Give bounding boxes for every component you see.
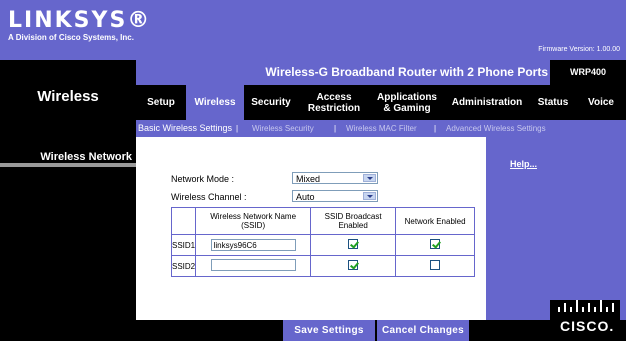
tab-setup[interactable]: Setup: [136, 85, 186, 120]
tab-status[interactable]: Status: [530, 85, 576, 120]
ssid-table: Wireless Network Name (SSID) SSID Broadc…: [170, 207, 476, 277]
tab-administration[interactable]: Administration: [444, 85, 530, 120]
model-number: WRP400: [550, 60, 626, 85]
enabled-cell: [395, 255, 476, 277]
channel-label: Wireless Channel :: [171, 192, 247, 202]
save-button[interactable]: Save Settings: [283, 320, 375, 341]
footer-left: [0, 320, 136, 341]
chevron-down-icon[interactable]: [363, 174, 376, 182]
ssid-name-cell: linksys96C6: [195, 234, 312, 256]
table-header-cell: [170, 207, 197, 235]
ssid-row-label: SSID1: [170, 234, 197, 256]
chevron-down-icon[interactable]: [363, 192, 376, 200]
channel-value: Auto: [296, 192, 315, 202]
firmware-version: Firmware Version: 1.00.00: [538, 46, 620, 53]
network-mode-select[interactable]: Mixed: [292, 172, 378, 184]
broadcast-cell: [310, 234, 397, 256]
logo-subtitle: A Division of Cisco Systems, Inc.: [8, 33, 134, 42]
table-row: SSID1 linksys96C6: [170, 234, 476, 256]
section-divider: [0, 163, 136, 167]
subsection-title: Wireless Network: [40, 151, 132, 163]
product-bar-left: [0, 60, 136, 85]
cancel-button[interactable]: Cancel Changes: [377, 320, 469, 341]
tab-wireless[interactable]: Wireless: [186, 85, 244, 120]
subtab-separator: |: [236, 124, 239, 133]
ssid-name-cell: [195, 255, 312, 277]
subtab-basic-wireless[interactable]: Basic Wireless Settings: [138, 120, 232, 137]
subtab-separator: |: [434, 124, 437, 133]
subtab-mac-filter[interactable]: Wireless MAC Filter: [346, 120, 417, 137]
ssid2-name-input[interactable]: [210, 259, 296, 271]
section-title: Wireless: [37, 88, 99, 105]
ssid-row-label: SSID2: [170, 255, 197, 277]
tab-access-restriction[interactable]: Access Restriction: [298, 85, 370, 120]
table-header-cell: Wireless Network Name (SSID): [195, 207, 312, 235]
network-mode-label: Network Mode :: [171, 174, 235, 184]
subtab-separator: |: [334, 124, 337, 133]
broadcast-cell: [310, 255, 397, 277]
subtab-wireless-security[interactable]: Wireless Security: [252, 120, 314, 137]
left-column: [0, 85, 136, 341]
tab-applications-gaming[interactable]: Applications & Gaming: [370, 85, 444, 120]
subtab-advanced-wireless[interactable]: Advanced Wireless Settings: [446, 120, 546, 137]
product-title: Wireless-G Broadband Router with 2 Phone…: [265, 65, 548, 79]
tab-voice[interactable]: Voice: [576, 85, 626, 120]
linksys-logo: LINKSYS®: [8, 8, 152, 33]
table-header-cell: SSID Broadcast Enabled: [310, 207, 397, 235]
enabled-cell: [395, 234, 476, 256]
table-header-row: Wireless Network Name (SSID) SSID Broadc…: [170, 207, 476, 235]
ssid2-broadcast-checkbox[interactable]: [348, 260, 359, 270]
help-link[interactable]: Help...: [510, 159, 537, 169]
cisco-logo-text: CISCO.: [560, 318, 615, 334]
channel-select[interactable]: Auto: [292, 190, 378, 202]
network-mode-value: Mixed: [296, 174, 321, 184]
table-header-cell: Network Enabled: [395, 207, 476, 235]
cisco-bars-icon: [558, 300, 614, 312]
ssid2-enabled-checkbox[interactable]: [430, 260, 441, 270]
help-panel: [486, 137, 626, 320]
tab-security[interactable]: Security: [244, 85, 298, 120]
ssid1-broadcast-checkbox[interactable]: [348, 239, 359, 249]
table-row: SSID2: [170, 255, 476, 277]
ssid1-enabled-checkbox[interactable]: [430, 239, 441, 249]
ssid1-name-input[interactable]: linksys96C6: [210, 239, 296, 251]
